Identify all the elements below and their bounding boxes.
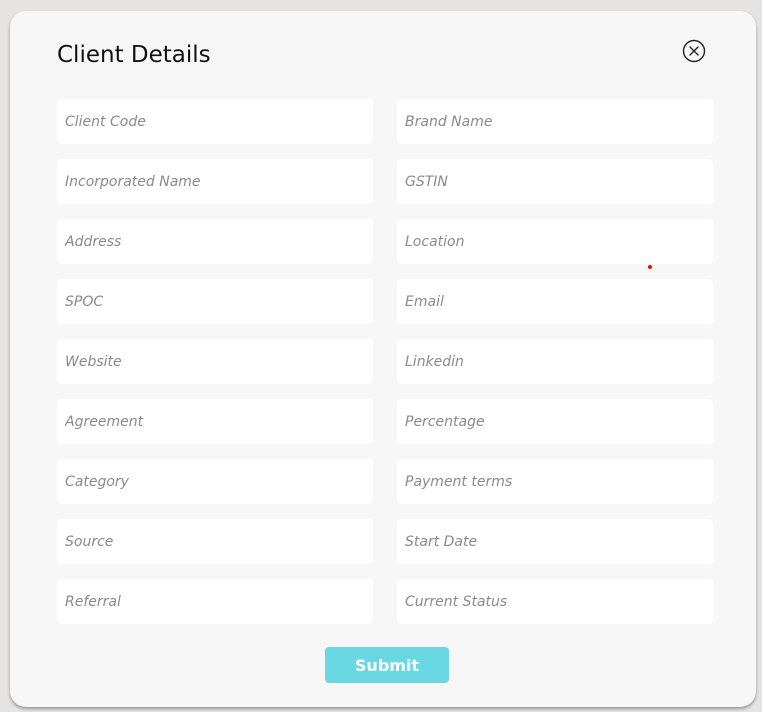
close-circle-icon	[682, 39, 706, 63]
current-status-input[interactable]	[397, 579, 713, 624]
agreement-input[interactable]	[57, 399, 373, 444]
incorporated-name-input[interactable]	[57, 159, 373, 204]
referral-input[interactable]	[57, 579, 373, 624]
client-form	[57, 99, 713, 624]
start-date-input[interactable]	[397, 519, 713, 564]
source-input[interactable]	[57, 519, 373, 564]
payment-terms-input[interactable]	[397, 459, 713, 504]
gstin-input[interactable]	[397, 159, 713, 204]
spoc-input[interactable]	[57, 279, 373, 324]
email-input[interactable]	[397, 279, 713, 324]
percentage-input[interactable]	[397, 399, 713, 444]
submit-button[interactable]: Submit	[325, 647, 449, 683]
client-details-dialog: Client Details Submit	[10, 11, 756, 707]
client-code-input[interactable]	[57, 99, 373, 144]
linkedin-input[interactable]	[397, 339, 713, 384]
close-icon[interactable]	[682, 39, 706, 63]
location-input[interactable]	[397, 219, 713, 264]
address-input[interactable]	[57, 219, 373, 264]
website-input[interactable]	[57, 339, 373, 384]
category-input[interactable]	[57, 459, 373, 504]
cursor-dot	[648, 265, 652, 269]
dialog-title: Client Details	[57, 42, 211, 68]
brand-name-input[interactable]	[397, 99, 713, 144]
